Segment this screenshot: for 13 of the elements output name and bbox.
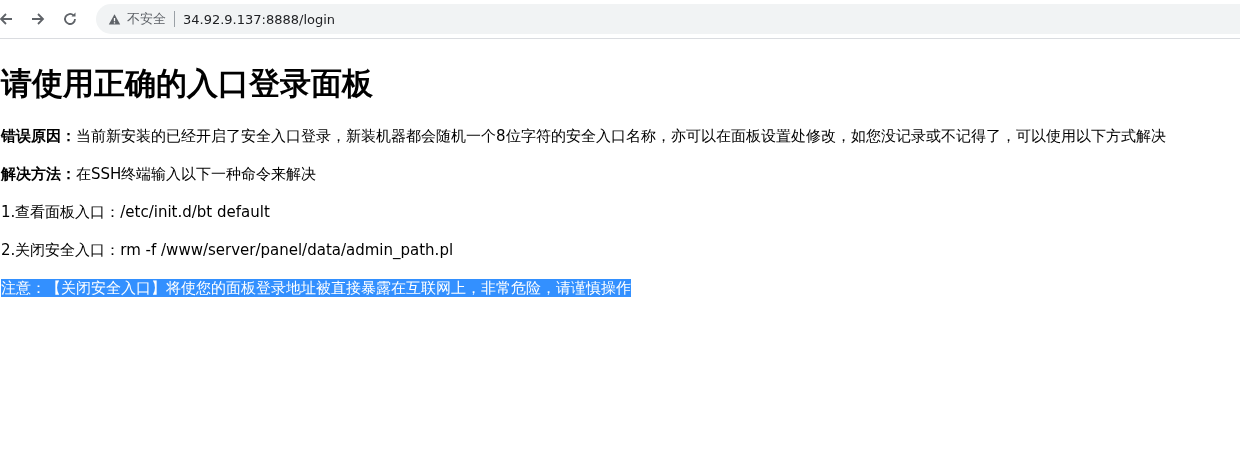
back-icon[interactable] [0, 11, 14, 27]
paragraph: 错误原因：当前新安装的已经开启了安全入口登录，新装机器都会随机一个8位字符的安全入口名称，亦可以在面板设置处修改，如您没记录或不记得了，可以使用以下方式解决 [1, 127, 1166, 145]
warning-icon [108, 12, 121, 26]
paragraph: 1.查看面板入口：/etc/init.d/bt default [1, 203, 270, 221]
url-text: 34.92.9.137:8888/login [183, 11, 336, 27]
reload-icon[interactable] [62, 11, 78, 27]
address-bar[interactable]: 不安全 34.92.9.137:8888/login [96, 4, 1240, 34]
page-title: 请使用正确的入口登录面板 [1, 64, 374, 103]
forward-icon[interactable] [30, 11, 46, 27]
security-label: 不安全 [127, 10, 166, 28]
paragraph: 解决方法：在SSH终端输入以下一种命令来解决 [1, 165, 317, 183]
paragraph: 2.关闭安全入口：rm -f /www/server/panel/data/admin_path.pl [1, 241, 454, 259]
paragraph: 注意：【关闭安全入口】将使您的面板登录地址被直接暴露在互联网上，非常危险，请谨慎操作 [1, 279, 631, 297]
